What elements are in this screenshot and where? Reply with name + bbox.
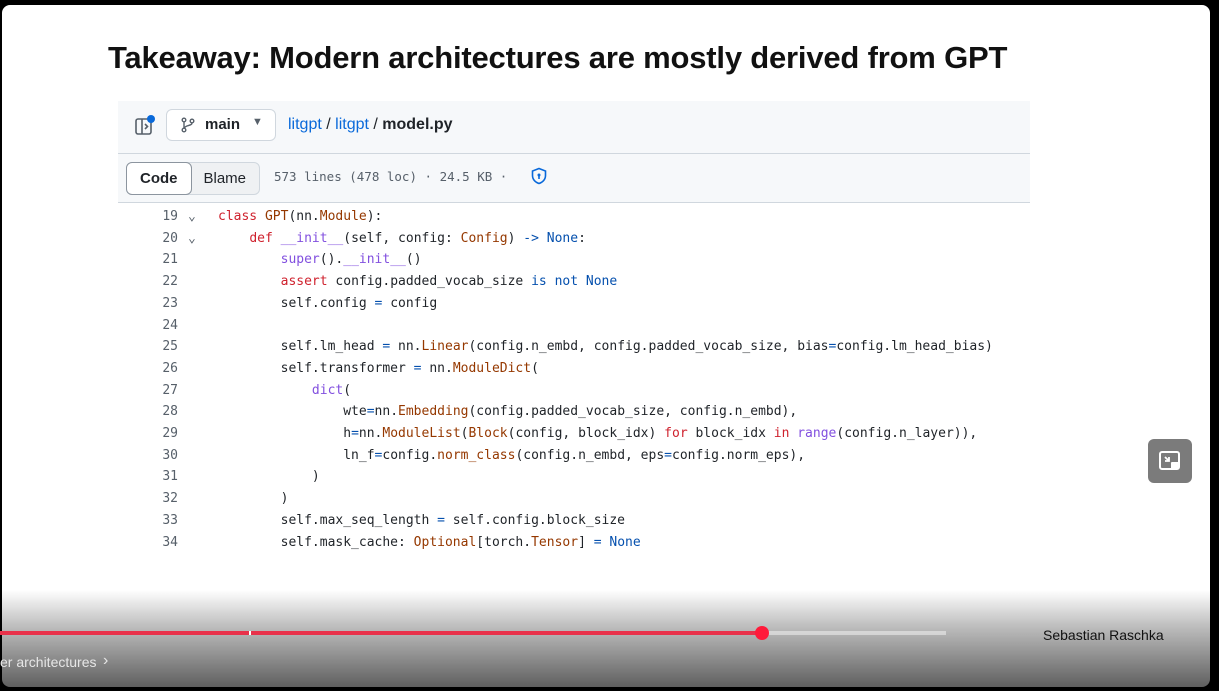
sidebar-toggle-icon[interactable] xyxy=(134,115,156,137)
code-text: ) xyxy=(218,491,289,507)
code-line: 33 self.max_seq_length = self.config.blo… xyxy=(118,510,1030,532)
line-number[interactable]: 25 xyxy=(148,336,178,358)
presenter-name: Sebastian Raschka xyxy=(1043,627,1164,643)
breadcrumb-separator: / xyxy=(321,116,336,133)
breadcrumb-separator: / xyxy=(368,116,383,133)
code-text: super().__init__() xyxy=(280,252,422,268)
code-tab-button[interactable]: Code xyxy=(126,162,192,195)
code-line: 28 wte=nn.Embedding(config.padded_vocab_… xyxy=(118,401,1030,423)
code-text: self.config = config xyxy=(218,295,438,311)
code-line: 26 self.transformer = nn.ModuleDict( xyxy=(118,358,1030,380)
code-text: h=nn.ModuleList(Block(config, block_idx)… xyxy=(218,426,978,441)
chevron-down-icon: ▼ xyxy=(252,116,263,128)
github-file-view: main ▼ litgpt / litgpt / model.py Code B… xyxy=(118,101,1030,561)
line-number[interactable]: 27 xyxy=(148,380,178,402)
code-line: 29 h=nn.ModuleList(Block(config, block_i… xyxy=(118,423,1030,445)
player-controls-overlay xyxy=(0,590,1219,691)
code-text: assert config.padded_vocab_size is not N… xyxy=(280,274,618,290)
code-line: 31 ) xyxy=(118,466,1030,488)
line-number[interactable]: 26 xyxy=(148,358,178,380)
file-header: main ▼ litgpt / litgpt / model.py xyxy=(118,101,1030,154)
code-text: self.transformer = nn.ModuleDict( xyxy=(218,360,539,376)
line-number[interactable]: 33 xyxy=(148,510,178,532)
code-line: 34 self.mask_cache: Optional[torch.Tenso… xyxy=(118,532,1030,554)
code-text: self.lm_head = nn.Linear(config.n_embd, … xyxy=(218,339,993,355)
code-text: ) xyxy=(218,469,320,485)
git-branch-icon xyxy=(180,117,196,137)
code-text: class GPT(nn.Module): xyxy=(218,209,383,224)
code-text: def __init__(self, config: Config) -> No… xyxy=(249,230,586,246)
branch-name: main xyxy=(205,116,241,133)
breadcrumb-folder-link[interactable]: litgpt xyxy=(335,116,369,133)
code-text: ln_f=config.norm_class(config.n_embd, ep… xyxy=(218,447,806,463)
picture-in-picture-button[interactable] xyxy=(1148,439,1192,483)
line-number[interactable]: 24 xyxy=(148,315,178,337)
code-line: 19 ⌄ class GPT(nn.Module): xyxy=(118,206,1030,228)
view-toggle: Code Blame xyxy=(126,162,261,195)
line-number[interactable]: 23 xyxy=(148,293,178,315)
file-info: 573 lines (478 loc) · 24.5 KB · xyxy=(274,169,508,184)
line-number[interactable]: 21 xyxy=(148,249,178,271)
line-number[interactable]: 28 xyxy=(148,401,178,423)
code-line: 24 xyxy=(118,315,1030,337)
blame-tab-button[interactable]: Blame xyxy=(191,163,260,194)
code-line: 23 self.config = config xyxy=(118,293,1030,315)
code-line: 20 ⌄ def __init__(self, config: Config) -… xyxy=(118,228,1030,250)
line-number[interactable]: 19 xyxy=(148,206,178,228)
line-number[interactable]: 32 xyxy=(148,488,178,510)
code-line: 21 super().__init__() xyxy=(118,249,1030,271)
breadcrumb-file: model.py xyxy=(382,116,453,133)
line-number[interactable]: 29 xyxy=(148,423,178,445)
line-number[interactable]: 30 xyxy=(148,445,178,467)
chevron-right-icon[interactable]: › xyxy=(103,652,108,670)
code-text: wte=nn.Embedding(config.padded_vocab_siz… xyxy=(218,404,798,420)
fold-chevron-icon[interactable]: ⌄ xyxy=(188,206,202,228)
progress-played xyxy=(0,631,763,635)
line-number[interactable]: 20 xyxy=(148,228,178,250)
code-text: self.mask_cache: Optional[torch.Tensor] … xyxy=(218,534,641,550)
chapter-title[interactable]: er architectures xyxy=(0,654,96,670)
file-toolbar: Code Blame 573 lines (478 loc) · 24.5 KB… xyxy=(118,154,1030,203)
line-number[interactable]: 31 xyxy=(148,466,178,488)
picture-in-picture-icon xyxy=(1159,451,1180,470)
line-number[interactable]: 34 xyxy=(148,532,178,554)
code-text: self.max_seq_length = self.config.block_… xyxy=(218,512,625,528)
code-line: 22 assert config.padded_vocab_size is no… xyxy=(118,271,1030,293)
fold-chevron-icon[interactable]: ⌄ xyxy=(188,228,202,250)
line-number[interactable]: 22 xyxy=(148,271,178,293)
breadcrumb: litgpt / litgpt / model.py xyxy=(288,116,453,134)
code-line: 25 self.lm_head = nn.Linear(config.n_emb… xyxy=(118,336,1030,358)
slide: Takeaway: Modern architectures are mostl… xyxy=(2,5,1210,687)
branch-selector[interactable]: main ▼ xyxy=(166,109,276,141)
video-frame: Takeaway: Modern architectures are mostl… xyxy=(0,0,1219,691)
shield-icon[interactable] xyxy=(530,167,548,185)
code-line: 30 ln_f=config.norm_class(config.n_embd,… xyxy=(118,445,1030,467)
chapter-marker xyxy=(249,631,251,635)
code-line: 32 ) xyxy=(118,488,1030,510)
code-text: dict( xyxy=(311,382,352,398)
code-line: 27 dict( xyxy=(118,380,1030,402)
breadcrumb-repo-link[interactable]: litgpt xyxy=(288,116,322,133)
slide-title: Takeaway: Modern architectures are mostl… xyxy=(108,40,1008,75)
